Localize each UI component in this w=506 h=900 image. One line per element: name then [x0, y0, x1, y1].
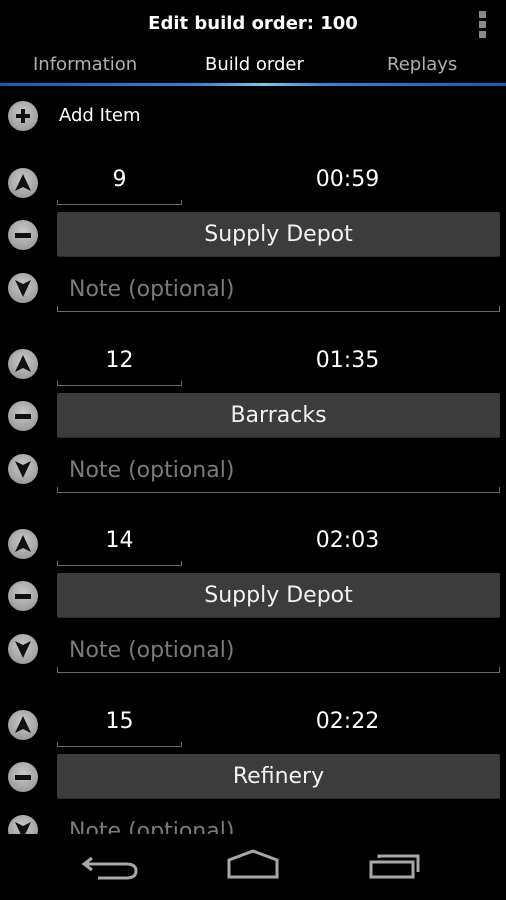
- tab-build-order[interactable]: Build order: [205, 54, 304, 75]
- move-up-icon[interactable]: [8, 168, 38, 198]
- add-item-button[interactable]: Add Item: [0, 100, 506, 132]
- unit-select-button[interactable]: Barracks: [57, 393, 500, 438]
- note-input[interactable]: Note (optional): [57, 629, 500, 673]
- tab-replays[interactable]: Replays: [387, 54, 457, 75]
- tab-information[interactable]: Information: [33, 54, 137, 75]
- time-field[interactable]: 00:59: [300, 162, 395, 198]
- unit-select-button[interactable]: Refinery: [57, 754, 500, 799]
- note-underline: [57, 306, 500, 312]
- move-down-icon[interactable]: [8, 454, 38, 484]
- supply-field[interactable]: 15: [57, 704, 182, 740]
- remove-icon[interactable]: [8, 401, 38, 431]
- unit-select-button[interactable]: Supply Depot: [57, 212, 500, 257]
- action-bar: Edit build order: 100: [0, 0, 506, 48]
- note-placeholder: Note (optional): [69, 638, 235, 663]
- list-item: 15 02:22 Refinery Note (optional): [0, 709, 506, 834]
- list-item: 9 00:59 Supply Depot Note (optional): [0, 167, 506, 348]
- list-item: 12 01:35 Barracks Note (optional): [0, 348, 506, 529]
- note-input[interactable]: Note (optional): [57, 810, 500, 834]
- note-placeholder: Note (optional): [69, 819, 235, 834]
- supply-underline: [57, 561, 182, 566]
- move-down-icon[interactable]: [8, 273, 38, 303]
- unit-select-button[interactable]: Supply Depot: [57, 573, 500, 618]
- time-field[interactable]: 01:35: [300, 343, 395, 379]
- recent-apps-icon[interactable]: [365, 848, 435, 884]
- supply-underline: [57, 381, 182, 386]
- move-down-icon[interactable]: [8, 815, 38, 834]
- note-placeholder: Note (optional): [69, 458, 235, 483]
- move-up-icon[interactable]: [8, 349, 38, 379]
- build-order-list[interactable]: Add Item 9 00:59 Supply Depot Note (opti…: [0, 86, 506, 834]
- remove-icon[interactable]: [8, 762, 38, 792]
- add-item-label: Add Item: [59, 105, 141, 126]
- supply-underline: [57, 200, 182, 205]
- note-underline: [57, 667, 500, 673]
- note-input[interactable]: Note (optional): [57, 449, 500, 493]
- home-icon[interactable]: [218, 848, 288, 884]
- note-input[interactable]: Note (optional): [57, 268, 500, 312]
- back-icon[interactable]: [78, 848, 148, 884]
- time-field[interactable]: 02:22: [300, 704, 395, 740]
- page-title: Edit build order: 100: [148, 13, 358, 34]
- supply-underline: [57, 742, 182, 747]
- supply-field[interactable]: 14: [57, 523, 182, 559]
- supply-field[interactable]: 9: [57, 162, 182, 198]
- plus-circle-icon: [8, 101, 38, 131]
- move-up-icon[interactable]: [8, 710, 38, 740]
- move-up-icon[interactable]: [8, 529, 38, 559]
- list-item: 14 02:03 Supply Depot Note (optional): [0, 528, 506, 709]
- remove-icon[interactable]: [8, 581, 38, 611]
- move-down-icon[interactable]: [8, 634, 38, 664]
- remove-icon[interactable]: [8, 220, 38, 250]
- note-underline: [57, 487, 500, 493]
- tab-bar: Information Build order Replays: [0, 48, 506, 84]
- overflow-menu-icon[interactable]: [479, 11, 489, 41]
- system-nav-bar: [0, 834, 506, 900]
- note-placeholder: Note (optional): [69, 277, 235, 302]
- supply-field[interactable]: 12: [57, 343, 182, 379]
- time-field[interactable]: 02:03: [300, 523, 395, 559]
